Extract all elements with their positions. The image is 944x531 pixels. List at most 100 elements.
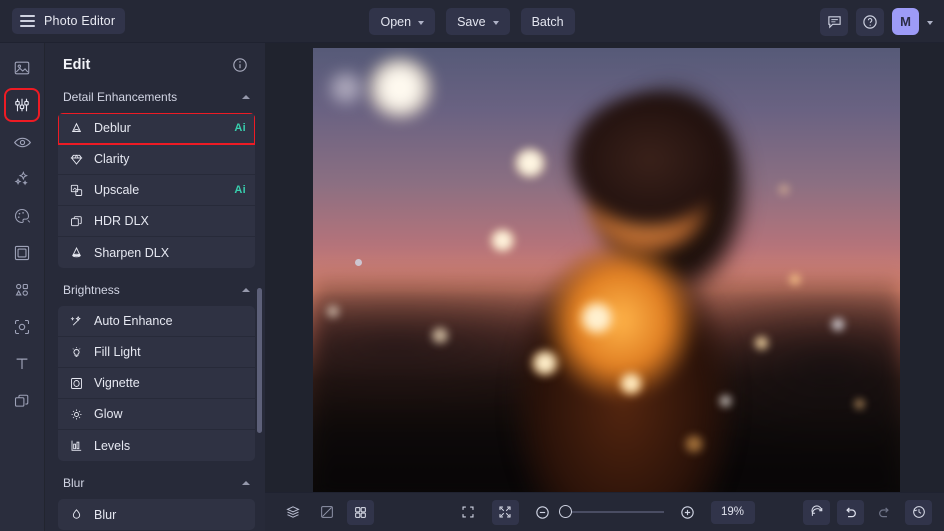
help-button[interactable]	[856, 8, 884, 36]
chevron-down-icon	[418, 21, 424, 25]
zoom-in-button[interactable]	[674, 500, 701, 525]
canvas-stage[interactable]	[265, 43, 944, 492]
tool-item-auto-enhance[interactable]: Auto Enhance	[58, 306, 255, 337]
history-tools	[803, 500, 932, 525]
fit-frame-icon	[460, 504, 476, 520]
photo-subject-layer	[466, 84, 795, 497]
redo-button[interactable]	[871, 500, 898, 525]
tool-label: Upscale	[94, 183, 224, 197]
hdr-layers-icon	[69, 214, 84, 229]
batch-button[interactable]: Batch	[521, 8, 575, 35]
focus-crop-icon	[13, 318, 31, 336]
tool-item-levels[interactable]: Levels	[58, 430, 255, 461]
history-button[interactable]	[905, 500, 932, 525]
grid-view-icon	[353, 505, 368, 520]
top-toolbar: Photo Editor Open Save Batch	[0, 0, 944, 43]
edit-panel: Edit Detail Enhancements Deblur Ai	[45, 43, 265, 531]
bokeh-light	[325, 304, 341, 319]
feedback-button[interactable]	[820, 8, 848, 36]
group-header-blur[interactable]: Blur	[45, 469, 265, 497]
layers-button[interactable]	[279, 500, 306, 525]
rail-item-image[interactable]	[8, 55, 36, 81]
group-items-blur: Blur	[58, 499, 255, 530]
ai-badge: Ai	[234, 184, 246, 196]
view-mode-tools	[279, 500, 374, 525]
levels-bars-icon	[69, 438, 84, 453]
zoom-slider-handle[interactable]	[559, 505, 572, 518]
image-canvas[interactable]	[313, 48, 900, 497]
layers-stack-icon	[285, 504, 301, 520]
zoom-slider-track[interactable]	[566, 511, 664, 513]
bokeh-light	[325, 70, 367, 106]
hamburger-icon[interactable]	[20, 15, 35, 27]
fit-to-screen-button[interactable]	[492, 500, 519, 525]
chat-icon	[827, 14, 842, 29]
panel-scrollbar[interactable]	[257, 288, 262, 433]
bokeh-light	[489, 228, 516, 253]
rail-item-color[interactable]	[8, 203, 36, 229]
tool-item-deblur[interactable]: Deblur Ai	[58, 113, 255, 144]
redo-icon	[876, 504, 893, 521]
tool-item-blur[interactable]: Blur	[58, 499, 255, 530]
bottom-toolbar: 19%	[265, 492, 944, 531]
undo-button[interactable]	[837, 500, 864, 525]
tool-item-upscale[interactable]: Upscale Ai	[58, 175, 255, 206]
grid-view-button[interactable]	[347, 500, 374, 525]
avatar[interactable]: M	[892, 8, 919, 35]
save-button[interactable]: Save	[446, 8, 510, 35]
zoom-level-value[interactable]: 19%	[711, 501, 755, 524]
tool-item-hdr-dlx[interactable]: HDR DLX	[58, 206, 255, 237]
app-menu-button[interactable]: Photo Editor	[12, 8, 125, 34]
reset-button[interactable]	[803, 500, 830, 525]
vignette-icon	[69, 376, 84, 391]
tool-item-clarity[interactable]: Clarity	[58, 144, 255, 175]
canvas-handle-dot[interactable]	[355, 259, 362, 266]
image-icon	[13, 59, 31, 77]
magic-wand-icon	[69, 314, 84, 329]
diamond-icon	[69, 152, 84, 167]
tool-item-sharpen-dlx[interactable]: Sharpen DLX	[58, 237, 255, 268]
open-label: Open	[380, 15, 411, 29]
rail-item-text[interactable]	[8, 351, 36, 377]
bokeh-light	[366, 57, 434, 119]
group-header-brightness[interactable]: Brightness	[45, 276, 265, 304]
tool-item-glow[interactable]: Glow	[58, 399, 255, 430]
edited-photo	[313, 48, 900, 497]
chevron-up-icon	[242, 481, 250, 485]
history-clock-icon	[911, 504, 927, 520]
tool-label: Fill Light	[94, 345, 236, 359]
tool-label: Vignette	[94, 376, 236, 390]
shapes-icon	[13, 281, 31, 299]
undo-icon	[842, 504, 859, 521]
bokeh-light	[683, 434, 705, 454]
open-button[interactable]: Open	[369, 8, 435, 35]
photo-editor-window: Photo Editor Open Save Batch	[0, 0, 944, 531]
tool-item-vignette[interactable]: Vignette	[58, 368, 255, 399]
lightbulb-icon	[69, 345, 84, 360]
rail-item-preview[interactable]	[8, 129, 36, 155]
tool-item-fill-light[interactable]: Fill Light	[58, 337, 255, 368]
ai-badge: Ai	[234, 122, 246, 134]
account-chevron-down-icon[interactable]	[927, 21, 933, 25]
info-circle-icon[interactable]	[232, 57, 248, 73]
rail-item-effects[interactable]	[8, 166, 36, 192]
group-header-detail-enhancements[interactable]: Detail Enhancements	[45, 83, 265, 111]
glow-gear-icon	[69, 407, 84, 422]
rail-item-edit[interactable]	[8, 92, 36, 118]
compare-button[interactable]	[313, 500, 340, 525]
rail-item-layers[interactable]	[8, 388, 36, 414]
chevron-up-icon	[242, 95, 250, 99]
actual-size-button[interactable]	[455, 500, 482, 525]
upscale-icon	[69, 183, 84, 198]
account-actions: M	[820, 0, 933, 43]
rail-item-shapes[interactable]	[8, 277, 36, 303]
bokeh-light	[530, 349, 560, 377]
shrink-fit-icon	[497, 504, 513, 520]
zoom-slider[interactable]	[566, 511, 664, 513]
tool-label: Blur	[94, 508, 236, 522]
tool-label: Deblur	[94, 121, 224, 135]
rail-item-crop[interactable]	[8, 314, 36, 340]
rail-item-frames[interactable]	[8, 240, 36, 266]
group-items-brightness: Auto Enhance Fill Light Vignette	[58, 306, 255, 461]
zoom-out-button[interactable]	[529, 500, 556, 525]
